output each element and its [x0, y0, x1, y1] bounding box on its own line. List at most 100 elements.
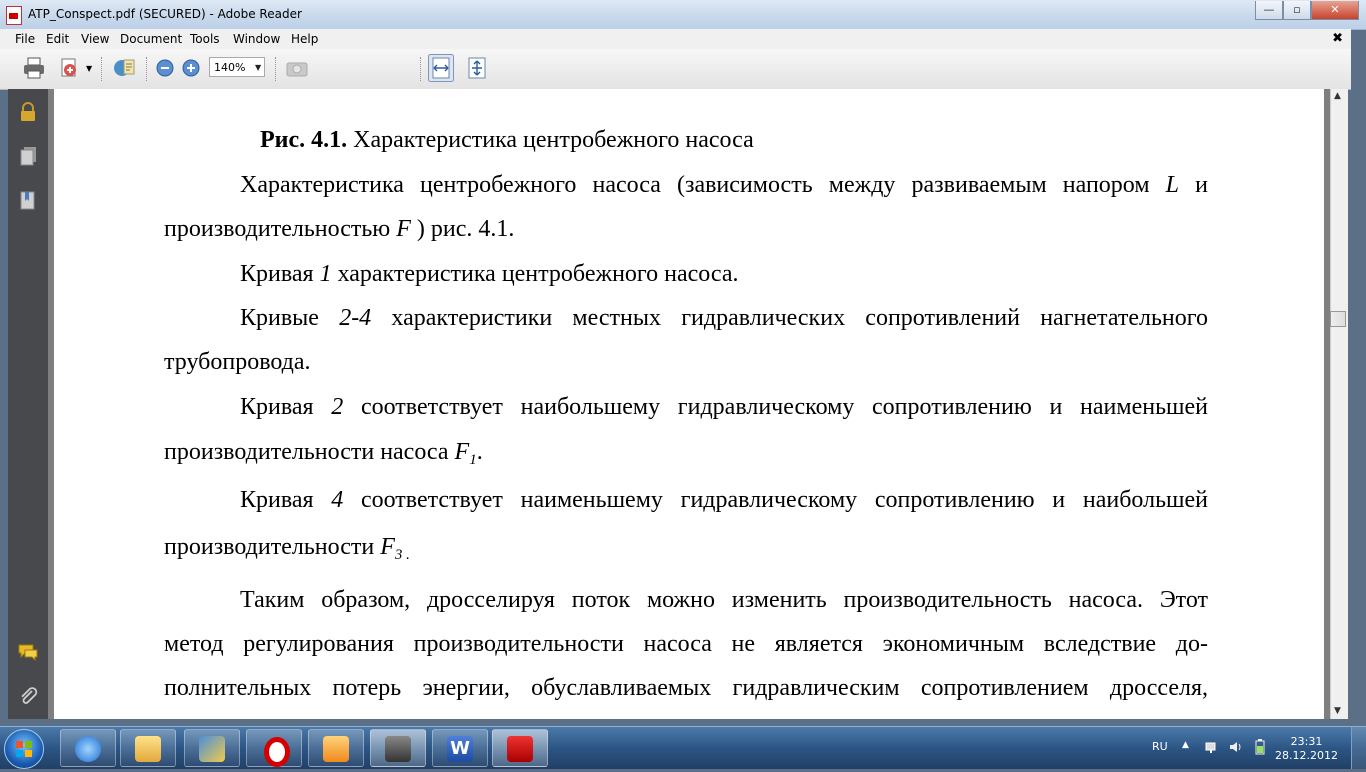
comments-icon[interactable] [17, 641, 39, 663]
curve-number: 1 [319, 261, 332, 287]
minimize-button[interactable]: — [1255, 1, 1283, 20]
text-span: Характеристика центробежного насоса (зав… [240, 172, 1166, 198]
paragraph-6-line-1: Таким образом, дросселируя поток можно и… [240, 587, 1208, 613]
text-span: и [1179, 172, 1209, 198]
scrollbar-thumb[interactable] [1330, 311, 1346, 327]
snapshot-camera-icon[interactable] [285, 56, 309, 80]
curve-number: 2 [331, 394, 344, 420]
pages-icon[interactable] [17, 145, 39, 167]
menu-file[interactable]: File [15, 32, 35, 46]
clock-date: 28.12.2012 [1275, 749, 1338, 762]
network-icon[interactable] [1204, 739, 1220, 755]
variable-F: F [380, 534, 395, 560]
windows-logo-icon [16, 741, 32, 757]
taskbar-media-player[interactable] [308, 729, 364, 767]
paragraph-4-line-2: производительности насоса F1. [164, 439, 1208, 469]
window-controls: — ▫ ✕ [1255, 1, 1359, 20]
paragraph-2: Кривая 1 характеристика центробежного на… [240, 261, 1284, 288]
mail-app-icon [199, 736, 225, 762]
taskbar-mail-app[interactable] [184, 729, 240, 767]
paragraph-3-line-1: Кривые 2-4 характеристики местных гидрав… [240, 305, 1208, 332]
zoom-dropdown-chevron-icon[interactable]: ▼ [255, 63, 261, 72]
pdf-file-icon [6, 6, 22, 25]
curve-number: 2-4 [339, 305, 372, 331]
taskbar-microsoft-word[interactable]: W [432, 729, 488, 767]
text-span: Кривая [240, 487, 332, 513]
paragraph-4-line-1: Кривая 2 соответствует наибольшему гидра… [240, 394, 1208, 421]
text-span: . [476, 439, 483, 465]
taskbar-opera[interactable] [246, 729, 302, 767]
text-span: Кривая [240, 394, 332, 420]
taskbar-windows-explorer[interactable] [120, 729, 176, 767]
window-title: ATP_Conspect.pdf (SECURED) - Adobe Reade… [28, 7, 302, 21]
create-pdf-icon[interactable] [58, 56, 82, 80]
toolbar-separator [146, 57, 147, 81]
print-icon[interactable] [22, 56, 46, 80]
scroll-down-arrow-icon[interactable]: ▼ [1334, 706, 1341, 716]
vertical-scrollbar[interactable] [1330, 89, 1348, 719]
close-button[interactable]: ✕ [1311, 1, 1359, 20]
battery-icon[interactable] [1252, 738, 1268, 756]
toolbar: ▼ [0, 49, 1351, 90]
system-clock[interactable]: 23:31 28.12.2012 [1275, 735, 1338, 763]
menu-document[interactable]: Document [120, 32, 182, 46]
collaborate-icon[interactable] [112, 56, 136, 80]
menu-bar: File Edit View Document Tools Window Hel… [0, 29, 1351, 49]
subscript: 3 . [394, 547, 410, 563]
text-span: характеристика центробежного насоса. [331, 261, 739, 287]
menu-window[interactable]: Window [233, 32, 280, 46]
scanner-icon [385, 736, 411, 762]
variable-F: F [396, 216, 411, 242]
language-indicator[interactable]: RU [1152, 740, 1168, 753]
toolbar-separator [275, 57, 276, 81]
toolbar-separator [420, 57, 421, 81]
security-lock-icon[interactable] [17, 101, 39, 123]
menu-view[interactable]: View [81, 32, 109, 46]
pdf-page: Рис. 4.1. Характеристика центробежного н… [54, 89, 1324, 719]
taskbar-adobe-reader[interactable] [492, 729, 548, 767]
close-document-icon[interactable]: ✖ [1332, 31, 1343, 46]
text-span: производительности насоса [164, 439, 455, 465]
variable-F: F [454, 439, 470, 465]
opera-icon [264, 737, 290, 767]
variable-L: L [1165, 172, 1180, 198]
fit-page-icon[interactable] [465, 56, 489, 80]
document-viewport[interactable]: Рис. 4.1. Характеристика центробежного н… [48, 89, 1330, 719]
text-span: характеристики местных гидравлических со… [371, 305, 1208, 331]
maximize-button[interactable]: ▫ [1283, 1, 1311, 20]
text-span: производительностью [164, 216, 397, 242]
menu-help[interactable]: Help [291, 32, 318, 46]
word-icon: W [447, 736, 473, 762]
attachments-paperclip-icon[interactable] [17, 685, 39, 707]
fit-width-icon[interactable] [428, 54, 454, 82]
chevron-down-icon[interactable]: ▼ [86, 64, 92, 73]
curve-number: 4 [331, 487, 344, 513]
show-desktop-button[interactable] [1351, 727, 1366, 769]
taskbar: W RU ▲ 23:31 28.12.2012 [0, 726, 1366, 769]
bookmarks-icon[interactable] [17, 189, 39, 211]
menu-edit[interactable]: Edit [46, 32, 69, 46]
taskbar-scanner-app[interactable] [370, 729, 426, 767]
text-span: соответствует наибольшему гидравлическом… [343, 394, 1208, 420]
figure-caption: Рис. 4.1. Характеристика центробежного н… [260, 127, 754, 154]
adobe-reader-icon [507, 736, 533, 762]
title-bar: ATP_Conspect.pdf (SECURED) - Adobe Reade… [0, 0, 1366, 30]
paragraph-3-line-2: трубопровода. [164, 349, 311, 375]
menu-tools[interactable]: Tools [190, 32, 220, 46]
start-button[interactable] [4, 729, 44, 769]
zoom-in-icon[interactable] [182, 59, 200, 77]
text-span: ) рис. 4.1. [410, 216, 515, 242]
taskbar-internet-explorer[interactable] [60, 729, 116, 767]
volume-icon[interactable] [1228, 739, 1244, 755]
scroll-up-arrow-icon[interactable]: ▲ [1334, 91, 1341, 101]
text-span: производительности [164, 534, 381, 560]
zoom-out-icon[interactable] [156, 59, 174, 77]
navigation-panel [8, 89, 48, 719]
figure-caption-text: Характеристика центробежного насоса [347, 127, 754, 153]
paragraph-1-line-2: производительностью F ) рис. 4.1. [164, 216, 1208, 243]
paragraph-6-line-3: полнительных потерь энергии, обуславлива… [164, 675, 1208, 701]
clock-time: 23:31 [1290, 735, 1323, 748]
figure-caption-number: Рис. 4.1. [260, 127, 348, 153]
internet-explorer-icon [75, 736, 101, 762]
show-hidden-icons-icon[interactable]: ▲ [1182, 740, 1189, 750]
